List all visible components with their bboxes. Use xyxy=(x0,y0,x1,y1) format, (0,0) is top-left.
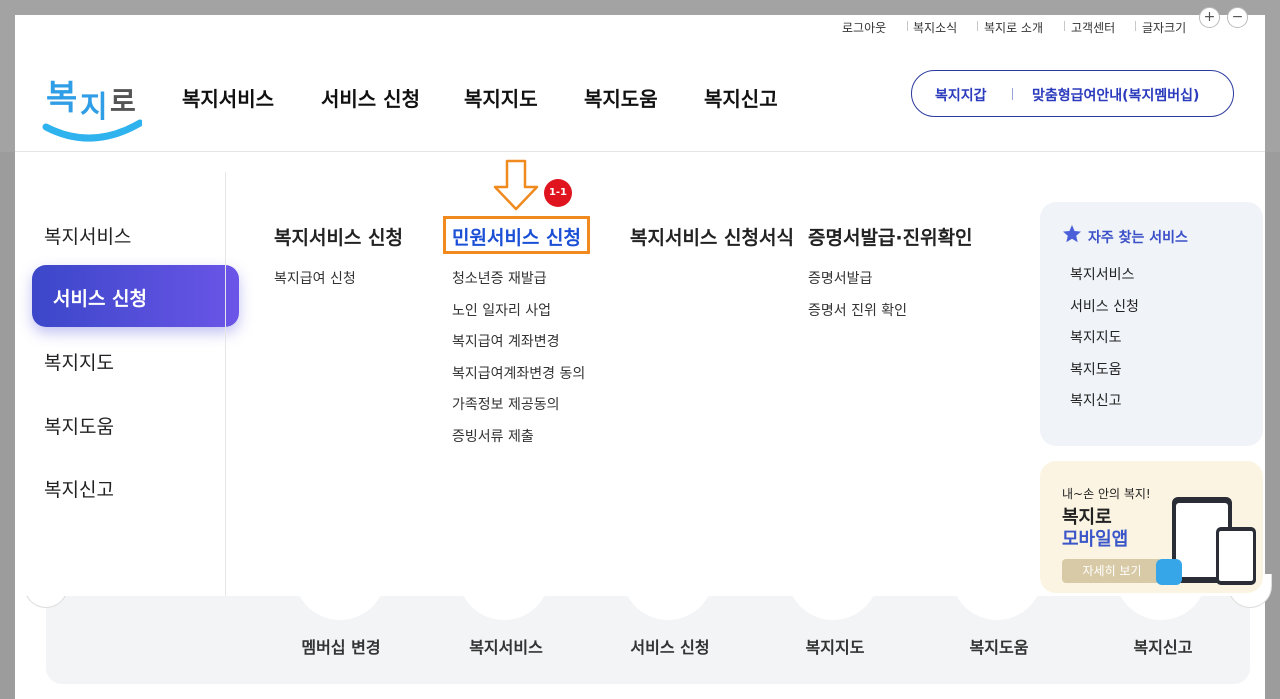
welfare-news-link[interactable]: 복지소식 xyxy=(913,19,957,36)
mega-menu-overlay: 로그아웃 복지소식 복지로 소개 고객센터 글자크기 + − 복 지 로 복지서… xyxy=(15,7,1265,596)
app-banner-subtitle: 모바일앱 xyxy=(1062,529,1129,550)
annotation-badge: 1-1 xyxy=(544,179,572,207)
left-menu-welfare-service[interactable]: 복지서비스 xyxy=(44,222,131,249)
annotation-arrow-icon xyxy=(493,159,539,211)
quick-menu-welfare-service[interactable]: 복지서비스 xyxy=(436,634,576,658)
col-certificate-title[interactable]: 증명서발급·진위확인 xyxy=(808,223,973,250)
favorite-welfare-map[interactable]: 복지지도 xyxy=(1070,327,1122,347)
header-quick-links: 복지지갑 맞춤형급여안내(복지멤버십) xyxy=(911,70,1234,117)
quick-menu-welfare-map[interactable]: 복지지도 xyxy=(765,634,905,658)
favorite-welfare-service[interactable]: 복지서비스 xyxy=(1070,264,1134,284)
col-civil-service-title[interactable]: 민원서비스 신청 xyxy=(452,223,581,250)
left-menu-welfare-report[interactable]: 복지신고 xyxy=(44,475,114,502)
submenu-youth-card-reissue[interactable]: 청소년증 재발급 xyxy=(452,268,547,288)
quick-menu-welfare-help[interactable]: 복지도움 xyxy=(929,634,1069,658)
submenu-document-submit[interactable]: 증빙서류 제출 xyxy=(452,426,534,446)
gnb-welfare-report[interactable]: 복지신고 xyxy=(704,83,778,112)
star-icon xyxy=(1063,225,1081,243)
bokjiro-logo[interactable]: 복 지 로 xyxy=(42,65,144,145)
app-banner-tagline: 내~손 안의 복지! xyxy=(1062,487,1151,501)
menu-divider xyxy=(225,172,226,596)
phone-mockup-image xyxy=(1216,527,1256,585)
divider xyxy=(977,21,978,31)
submenu-account-change-consent[interactable]: 복지급여계좌변경 동의 xyxy=(452,363,585,383)
submenu-family-info-consent[interactable]: 가족정보 제공동의 xyxy=(452,394,560,414)
custom-benefit-link[interactable]: 맞춤형급여안내(복지멤버십) xyxy=(1032,85,1199,105)
divider xyxy=(1135,21,1136,31)
favorite-welfare-help[interactable]: 복지도움 xyxy=(1070,359,1122,379)
left-menu-welfare-help[interactable]: 복지도움 xyxy=(44,412,114,439)
welfare-wallet-link[interactable]: 복지지갑 xyxy=(935,85,987,105)
favorite-service-apply[interactable]: 서비스 신청 xyxy=(1070,296,1139,316)
svg-text:복: 복 xyxy=(46,78,77,118)
svg-text:지: 지 xyxy=(80,90,108,125)
quick-menu-service-apply[interactable]: 서비스 신청 xyxy=(600,634,740,658)
utility-bar: 로그아웃 복지소식 복지로 소개 고객센터 글자크기 + − xyxy=(15,7,1265,37)
divider xyxy=(907,21,908,31)
logout-link[interactable]: 로그아웃 xyxy=(842,19,886,36)
divider xyxy=(1064,21,1065,31)
mobile-app-banner[interactable]: 내~손 안의 복지! 복지로 모바일앱 자세히 보기 xyxy=(1040,461,1263,593)
font-size-label: 글자크기 xyxy=(1142,21,1187,35)
submenu-account-change[interactable]: 복지급여 계좌변경 xyxy=(452,331,560,351)
favorite-welfare-report[interactable]: 복지신고 xyxy=(1070,390,1122,410)
gnb-welfare-service[interactable]: 복지서비스 xyxy=(182,83,274,112)
submenu-certificate-issue[interactable]: 증명서발급 xyxy=(808,268,872,288)
left-menu-welfare-map[interactable]: 복지지도 xyxy=(44,348,114,375)
gnb-welfare-map[interactable]: 복지지도 xyxy=(464,83,538,112)
app-detail-button[interactable]: 자세히 보기 xyxy=(1062,559,1162,583)
app-icon xyxy=(1156,559,1182,585)
col-welfare-apply-title[interactable]: 복지서비스 신청 xyxy=(274,223,403,250)
submenu-benefit-apply[interactable]: 복지급여 신청 xyxy=(274,268,356,288)
header-divider xyxy=(15,151,1265,152)
about-link[interactable]: 복지로 소개 xyxy=(984,19,1043,36)
divider xyxy=(1012,88,1013,100)
svg-text:로: 로 xyxy=(110,85,136,118)
gnb-service-apply[interactable]: 서비스 신청 xyxy=(321,83,420,112)
zoom-out-button[interactable]: − xyxy=(1227,7,1248,28)
favorites-title: 자주 찾는 서비스 xyxy=(1088,230,1188,246)
zoom-in-button[interactable]: + xyxy=(1199,7,1220,28)
left-menu-service-apply[interactable]: 서비스 신청 xyxy=(32,265,239,327)
gnb-welfare-help[interactable]: 복지도움 xyxy=(584,83,658,112)
logo-graphic: 복 지 로 xyxy=(42,78,144,142)
left-menu-active-label: 서비스 신청 xyxy=(53,288,148,310)
submenu-certificate-verify[interactable]: 증명서 진위 확인 xyxy=(808,300,907,320)
col-forms-title[interactable]: 복지서비스 신청서식 xyxy=(630,223,794,250)
quick-menu-membership[interactable]: 멤버십 변경 xyxy=(271,634,411,658)
submenu-senior-job[interactable]: 노인 일자리 사업 xyxy=(452,300,551,320)
customer-center-link[interactable]: 고객센터 xyxy=(1071,19,1115,36)
favorites-panel: 자주 찾는 서비스 복지서비스 서비스 신청 복지지도 복지도움 복지신고 xyxy=(1040,202,1263,446)
quick-menu-welfare-report[interactable]: 복지신고 xyxy=(1093,634,1233,658)
